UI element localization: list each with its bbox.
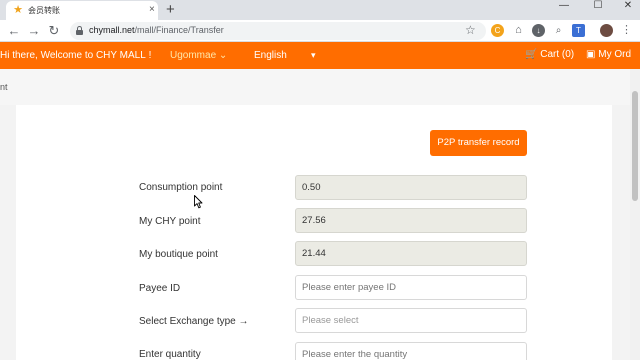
consumption-point-field: 0.50 — [295, 175, 527, 200]
language-caret-icon[interactable]: ▾ — [311, 50, 316, 61]
close-window-button[interactable]: ✕ — [618, 0, 638, 14]
username-dropdown[interactable]: Ugommae ⌄ — [170, 50, 227, 61]
new-tab-button[interactable]: + — [166, 1, 175, 18]
tab-close-icon[interactable]: × — [149, 4, 155, 16]
cart-icon: 🛒 — [525, 49, 538, 60]
url-path: /mall/Finance/Transfer — [134, 25, 224, 35]
browser-menu-icon[interactable]: ⋮ — [620, 24, 633, 37]
address-bar[interactable]: chymall.net/mall/Finance/Transfer ☆ — [70, 22, 486, 40]
forward-icon[interactable]: → — [26, 23, 42, 39]
url-host: chymall.net — [89, 25, 135, 35]
chy-point-label: My CHY point — [139, 216, 201, 227]
quantity-input[interactable] — [295, 342, 527, 360]
cart-link[interactable]: 🛒 Cart (0) — [525, 49, 574, 60]
bookmark-star-icon[interactable]: ☆ — [465, 23, 476, 38]
username: Ugommae — [170, 50, 217, 61]
p2p-transfer-record-button[interactable]: P2P transfer record — [430, 130, 527, 156]
extension-translate-icon[interactable]: T — [572, 24, 585, 37]
extension-search-icon[interactable]: ⌕ — [552, 24, 565, 37]
back-icon[interactable]: ← — [6, 23, 22, 39]
cart-label: Cart (0) — [540, 49, 575, 60]
payee-id-label: Payee ID — [139, 283, 181, 294]
scrollbar-thumb[interactable] — [632, 91, 638, 201]
order-icon: ▣ — [586, 49, 596, 60]
favicon-star-icon: ★ — [13, 4, 23, 16]
language-selector[interactable]: English — [254, 50, 287, 61]
extension-home-icon[interactable]: ⌂ — [512, 24, 525, 37]
lock-icon — [76, 26, 83, 35]
url-text: chymall.net/mall/Finance/Transfer — [89, 25, 224, 35]
maximize-button[interactable]: ☐ — [588, 0, 608, 14]
welcome-text: Hi there, Welcome to CHY MALL ! — [0, 50, 152, 61]
browser-tab[interactable]: ★ 会员转账 × — [6, 1, 158, 20]
exchange-type-label: Select Exchange type → — [139, 316, 249, 327]
profile-avatar[interactable] — [600, 24, 613, 37]
boutique-point-label: My boutique point — [139, 249, 218, 260]
breadcrumb: nt — [0, 69, 630, 105]
exchange-type-select[interactable]: Please select — [295, 308, 527, 333]
my-order-label: My Ord — [598, 49, 632, 60]
chevron-down-icon: ⌄ — [218, 50, 228, 61]
minimize-button[interactable]: — — [554, 0, 574, 14]
quantity-label: Enter quantity — [139, 349, 201, 360]
payee-id-input[interactable] — [295, 275, 527, 300]
boutique-point-field: 21.44 — [295, 241, 527, 266]
extension-download-icon[interactable]: ↓ — [532, 24, 545, 37]
chy-point-field: 27.56 — [295, 208, 527, 233]
page-scrollbar[interactable] — [630, 69, 640, 360]
browser-tab-strip: ★ 会员转账 × + — ☐ ✕ — [0, 0, 640, 20]
breadcrumb-text: nt — [0, 82, 8, 92]
browser-toolbar: ← → ↻ chymall.net/mall/Finance/Transfer … — [0, 20, 640, 42]
site-header: Hi there, Welcome to CHY MALL ! Ugommae … — [0, 42, 640, 69]
reload-icon[interactable]: ↻ — [46, 23, 62, 39]
tab-title: 会员转账 — [28, 6, 60, 15]
extension-c-icon[interactable]: C — [491, 24, 504, 37]
consumption-point-label: Consumption point — [139, 182, 223, 193]
my-order-link[interactable]: ▣ My Ord — [586, 49, 631, 60]
mouse-cursor-icon — [194, 195, 203, 209]
